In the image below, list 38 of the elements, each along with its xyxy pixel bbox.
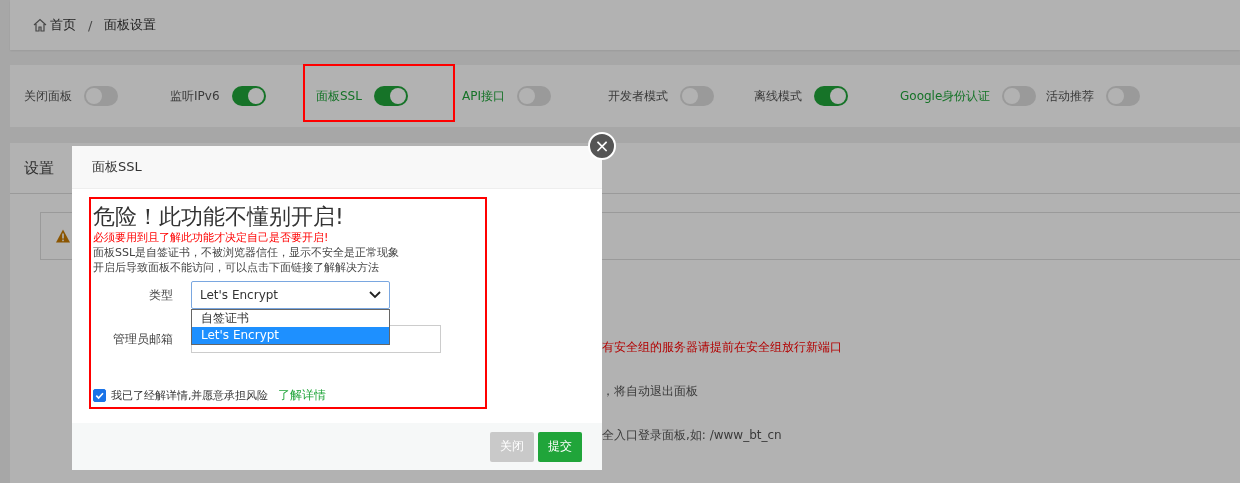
toggle-switch[interactable] xyxy=(517,86,551,106)
section-title: 设置 xyxy=(24,158,54,178)
toggle-switch[interactable] xyxy=(814,86,848,106)
switch-label: 活动推荐 xyxy=(1046,87,1094,105)
close-icon[interactable]: × xyxy=(588,132,616,160)
setting-hint: 有安全组的服务器请提前在安全组放行新端口 xyxy=(602,338,842,356)
switch-label: 离线模式 xyxy=(754,87,802,105)
breadcrumb-link[interactable]: 首页 xyxy=(50,16,76,34)
chevron-icon xyxy=(369,291,381,299)
warning-icon xyxy=(55,228,71,244)
toggle-switch[interactable] xyxy=(231,86,266,106)
home-icon xyxy=(32,17,48,33)
switch-label: 面板SSL xyxy=(316,87,362,105)
toggle-switch[interactable] xyxy=(373,86,408,106)
toggle-switch[interactable] xyxy=(680,86,714,106)
setting-hint: ，将自动退出面板 xyxy=(602,382,698,400)
checkbox[interactable] xyxy=(93,389,106,402)
checkbox-label: 我已了经解详情,并愿意承担风险 xyxy=(111,388,269,403)
type-label: 类型 xyxy=(148,286,173,304)
switch-label: 监听IPv6 xyxy=(170,87,220,105)
switch-label: Google身份认证 xyxy=(900,87,991,105)
note-text: 开启后导致面板不能访问，可以点击下面链接了解解决方法 xyxy=(93,260,380,275)
switch-label: 开发者模式 xyxy=(608,87,668,105)
dropdown-option[interactable]: 自签证书 xyxy=(192,310,389,327)
switch-label: API接口 xyxy=(462,87,505,105)
setting-hint: 全入口登录面板,如: /www_bt_cn xyxy=(602,426,782,444)
note-text: 面板SSL是自签证书，不被浏览器信任，显示不安全是正常现象 xyxy=(93,245,401,260)
toggle-switch[interactable] xyxy=(1106,86,1140,106)
toggle-switch[interactable] xyxy=(1002,86,1037,106)
breadcrumb-link[interactable]: 面板设置 xyxy=(104,16,157,34)
email-label: 管理员邮箱 xyxy=(112,330,173,348)
type-select[interactable]: Let's Encrypt xyxy=(191,281,390,309)
warning-text: 必须要用到且了解此功能才决定自己是否要开启! xyxy=(93,231,330,245)
switch-label: 关闭面板 xyxy=(24,87,72,105)
breadcrumb-separator: / xyxy=(88,17,93,33)
dialog-title: 面板SSL xyxy=(92,158,142,176)
toggle-switch[interactable] xyxy=(84,86,118,106)
warning-heading: 危险！此功能不懂别开启! xyxy=(93,203,345,231)
